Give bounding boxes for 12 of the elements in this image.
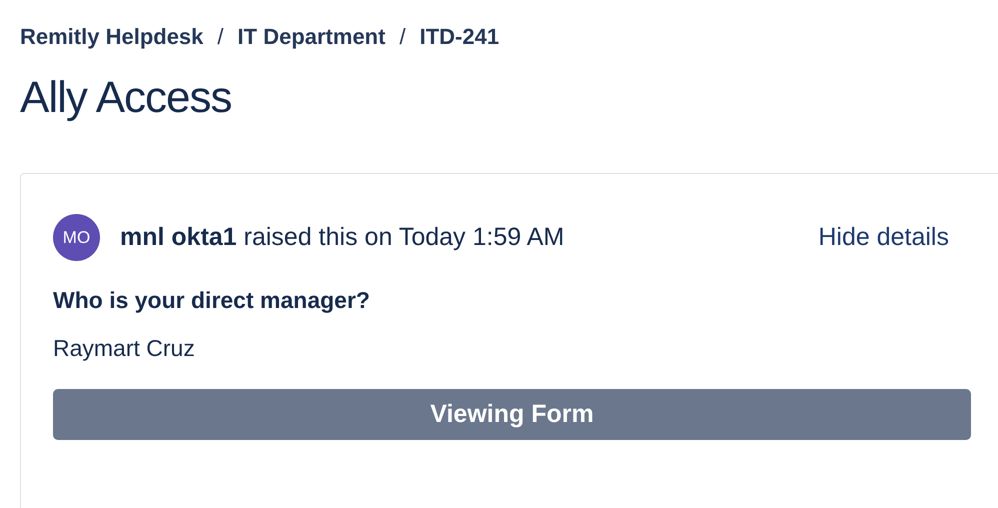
breadcrumb-link[interactable]: ITD-241 — [420, 20, 500, 52]
avatar: MO — [53, 214, 100, 261]
breadcrumb-link[interactable]: Remitly Helpdesk — [20, 20, 204, 52]
breadcrumb-link[interactable]: IT Department — [238, 20, 386, 52]
viewing-form-button[interactable]: Viewing Form — [53, 389, 971, 440]
field-answer: Raymart Cruz — [53, 334, 196, 363]
breadcrumb-separator: / — [217, 22, 224, 50]
page-title: Ally Access — [20, 72, 233, 124]
raised-by-text: mnl okta1 raised this on Today 1:59 AM — [120, 222, 564, 253]
hide-details-link[interactable]: Hide details — [818, 218, 949, 256]
field-question: Who is your direct manager? — [53, 286, 371, 315]
breadcrumb-separator: / — [399, 22, 406, 50]
